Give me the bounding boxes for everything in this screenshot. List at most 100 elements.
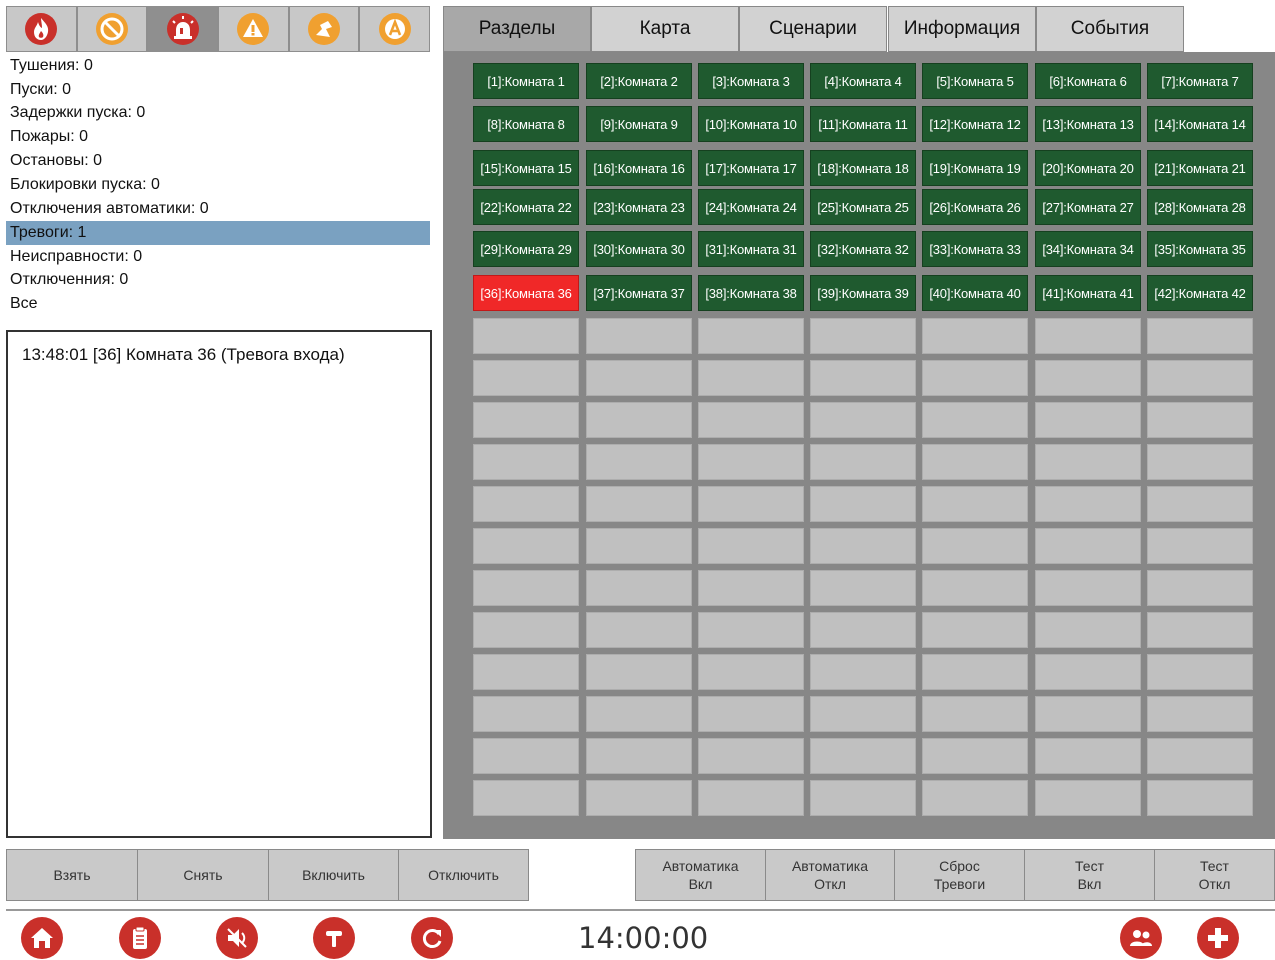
room-tile[interactable]: [2]:Комната 2 xyxy=(586,63,692,99)
room-tile[interactable]: [15]:Комната 15 xyxy=(473,150,579,186)
empty-room-slot xyxy=(586,444,692,480)
room-tile[interactable]: [27]:Комната 27 xyxy=(1035,189,1141,225)
blocked-icon xyxy=(96,13,128,45)
tab-sections[interactable]: Разделы xyxy=(443,6,591,52)
empty-room-slot xyxy=(586,402,692,438)
room-tile[interactable]: [33]:Комната 33 xyxy=(922,231,1028,267)
automation-off-button[interactable]: Автоматика Откл xyxy=(765,849,895,901)
sound-off-icon xyxy=(227,928,247,948)
filter-alarms[interactable]: Тревоги: 1 xyxy=(6,221,430,245)
room-tile[interactable]: [21]:Комната 21 xyxy=(1147,150,1253,186)
room-tile[interactable]: [26]:Комната 26 xyxy=(922,189,1028,225)
room-tile[interactable]: [10]:Комната 10 xyxy=(698,106,804,142)
tab-scenarios[interactable]: Сценарии xyxy=(739,6,887,52)
reset-alarm-button[interactable]: Сброс Тревоги xyxy=(894,849,1025,901)
warning-icon xyxy=(237,13,270,45)
room-tile[interactable]: [39]:Комната 39 xyxy=(810,275,916,311)
room-tile[interactable]: [19]:Комната 19 xyxy=(922,150,1028,186)
room-tile[interactable]: [38]:Комната 38 xyxy=(698,275,804,311)
room-tile[interactable]: [18]:Комната 18 xyxy=(810,150,916,186)
empty-room-slot xyxy=(473,360,579,396)
room-tile[interactable]: [22]:Комната 22 xyxy=(473,189,579,225)
room-tile[interactable]: [9]:Комната 9 xyxy=(586,106,692,142)
room-tile-alarm[interactable]: [36]:Комната 36 xyxy=(473,275,579,311)
filter-disconnections[interactable]: Отключенния: 0 xyxy=(6,268,430,292)
room-tile[interactable]: [5]:Комната 5 xyxy=(922,63,1028,99)
empty-room-slot xyxy=(810,780,916,816)
room-tile[interactable]: [20]:Комната 20 xyxy=(1035,150,1141,186)
disabled-filter-button[interactable] xyxy=(288,6,360,52)
empty-room-slot xyxy=(586,528,692,564)
room-tile[interactable]: [23]:Комната 23 xyxy=(586,189,692,225)
room-tile[interactable]: [6]:Комната 6 xyxy=(1035,63,1141,99)
room-tile[interactable]: [1]:Комната 1 xyxy=(473,63,579,99)
filter-automation-off[interactable]: Отключения автоматики: 0 xyxy=(6,197,430,221)
room-tile[interactable]: [25]:Комната 25 xyxy=(810,189,916,225)
room-tile[interactable]: [41]:Комната 41 xyxy=(1035,275,1141,311)
room-tile[interactable]: [11]:Комната 11 xyxy=(810,106,916,142)
automation-on-button[interactable]: Автоматика Вкл xyxy=(635,849,766,901)
room-tile[interactable]: [28]:Комната 28 xyxy=(1147,189,1253,225)
room-tile[interactable]: [13]:Комната 13 xyxy=(1035,106,1141,142)
disable-button[interactable]: Отключить xyxy=(398,849,529,901)
filter-fires[interactable]: Пожары: 0 xyxy=(6,125,430,149)
filter-all[interactable]: Все xyxy=(6,292,430,316)
first-aid-button[interactable] xyxy=(1197,917,1239,959)
room-tile[interactable]: [37]:Комната 37 xyxy=(586,275,692,311)
test-off-button[interactable]: Тест Откл xyxy=(1154,849,1275,901)
tab-information[interactable]: Информация xyxy=(888,6,1036,52)
room-tile[interactable]: [30]:Комната 30 xyxy=(586,231,692,267)
disarm-button[interactable]: Снять xyxy=(137,849,269,901)
filter-faults[interactable]: Неисправности: 0 xyxy=(6,245,430,269)
alarm-filter-button[interactable]: 1 xyxy=(147,6,233,52)
room-tile[interactable]: [3]:Комната 3 xyxy=(698,63,804,99)
journal-button[interactable] xyxy=(119,917,161,959)
room-tile[interactable]: [7]:Комната 7 xyxy=(1147,63,1253,99)
room-tile[interactable]: [17]:Комната 17 xyxy=(698,150,804,186)
room-tile[interactable]: [32]:Комната 32 xyxy=(810,231,916,267)
room-tile[interactable]: [35]:Комната 35 xyxy=(1147,231,1253,267)
empty-room-slot xyxy=(473,612,579,648)
tab-map[interactable]: Карта xyxy=(591,6,739,52)
auto-off-filter-button[interactable] xyxy=(359,6,431,52)
room-tile[interactable]: [40]:Комната 40 xyxy=(922,275,1028,311)
room-tile[interactable]: [14]:Комната 14 xyxy=(1147,106,1253,142)
event-log[interactable]: 13:48:01 [36] Комната 36 (Тревога входа) xyxy=(6,330,432,838)
room-tile[interactable]: [16]:Комната 16 xyxy=(586,150,692,186)
empty-room-slot xyxy=(1147,696,1253,732)
mute-button[interactable] xyxy=(216,917,258,959)
room-tile[interactable]: [29]:Комната 29 xyxy=(473,231,579,267)
arm-button[interactable]: Взять xyxy=(6,849,138,901)
tab-events[interactable]: События xyxy=(1036,6,1184,52)
refresh-button[interactable] xyxy=(411,917,453,959)
test-on-button[interactable]: Тест Вкл xyxy=(1024,849,1155,901)
home-button[interactable] xyxy=(21,917,63,959)
filter-launch-blocks[interactable]: Блокировки пуска: 0 xyxy=(6,173,430,197)
room-tile[interactable]: [8]:Комната 8 xyxy=(473,106,579,142)
users-button[interactable] xyxy=(1120,917,1162,959)
fire-filter-button[interactable] xyxy=(6,6,77,52)
filter-extinguish[interactable]: Тушения: 0 xyxy=(6,54,430,78)
refresh-icon xyxy=(422,929,442,948)
empty-room-slot xyxy=(698,738,804,774)
room-tile[interactable]: [12]:Комната 12 xyxy=(922,106,1028,142)
empty-room-slot xyxy=(473,738,579,774)
warning-filter-button[interactable] xyxy=(218,6,289,52)
empty-room-slot xyxy=(1147,780,1253,816)
room-tile[interactable]: [31]:Комната 31 xyxy=(698,231,804,267)
empty-room-slot xyxy=(473,528,579,564)
blocked-filter-button[interactable] xyxy=(76,6,148,52)
empty-room-slot xyxy=(1035,318,1141,354)
event-log-entry[interactable]: 13:48:01 [36] Комната 36 (Тревога входа) xyxy=(22,344,430,366)
room-tile[interactable]: [24]:Комната 24 xyxy=(698,189,804,225)
room-tile[interactable]: [34]:Комната 34 xyxy=(1035,231,1141,267)
room-tile[interactable]: [42]:Комната 42 xyxy=(1147,275,1253,311)
room-tile[interactable]: [4]:Комната 4 xyxy=(810,63,916,99)
filter-launches[interactable]: Пуски: 0 xyxy=(6,78,430,102)
filter-stops[interactable]: Остановы: 0 xyxy=(6,149,430,173)
empty-room-slot xyxy=(473,402,579,438)
enable-button[interactable]: Включить xyxy=(268,849,399,901)
empty-room-slot xyxy=(586,612,692,648)
service-button[interactable] xyxy=(313,917,355,959)
filter-launch-delays[interactable]: Задержки пуска: 0 xyxy=(6,101,430,125)
